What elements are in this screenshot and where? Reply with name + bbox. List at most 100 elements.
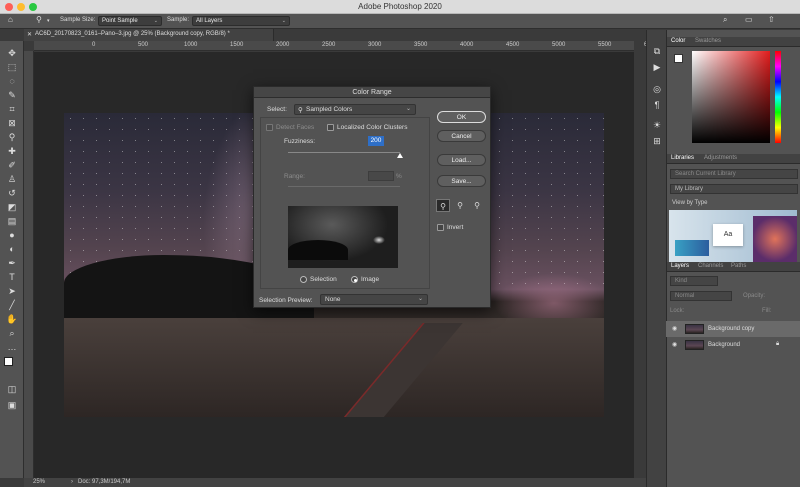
selection-radio[interactable] xyxy=(300,276,307,283)
invert-checkbox[interactable] xyxy=(437,224,444,231)
range-slider-track[interactable] xyxy=(288,186,400,187)
ruler-tick-label: 0 xyxy=(92,42,96,48)
line-tool-icon[interactable]: ╱ xyxy=(5,299,19,311)
frame-tool-icon[interactable]: ⊠ xyxy=(5,117,19,129)
tab-channels[interactable]: Channels xyxy=(698,263,723,269)
ruler-horizontal: 0 500 1000 1500 2000 2500 3000 3500 4000 4500 5000… xyxy=(34,41,657,51)
eyedropper-tool-icon[interactable]: ⚲ xyxy=(5,131,19,143)
layer-name[interactable]: Background copy xyxy=(708,326,754,332)
blend-mode-select[interactable]: Normal xyxy=(670,291,732,301)
view-by-type[interactable]: View by Type xyxy=(672,200,707,206)
select-dropdown[interactable]: ⚲ Sampled Colors ⌄ xyxy=(294,104,416,115)
quick-select-tool-icon[interactable]: ✎ xyxy=(5,89,19,101)
chevron-down-icon[interactable]: ▾ xyxy=(47,18,50,24)
fill-label: Fill: xyxy=(762,308,772,314)
history-brush-tool-icon[interactable]: ↺ xyxy=(5,187,19,199)
sample-size-select[interactable]: Point Sample ⌄ xyxy=(98,16,162,26)
library-search-input[interactable]: Search Current Library xyxy=(670,169,798,179)
eraser-tool-icon[interactable]: ◩ xyxy=(5,201,19,213)
image-radio[interactable] xyxy=(351,276,358,283)
color-picker-field[interactable] xyxy=(692,51,770,143)
color-foreground-swatch[interactable] xyxy=(674,54,683,63)
fuzziness-input[interactable]: 200 xyxy=(368,136,384,146)
blur-tool-icon[interactable]: ● xyxy=(5,229,19,241)
type-tool-icon[interactable]: T xyxy=(5,271,19,283)
pen-tool-icon[interactable]: ✒ xyxy=(5,257,19,269)
tab-paths[interactable]: Paths xyxy=(731,263,746,269)
selection-preview-select[interactable]: None ⌄ xyxy=(320,294,428,305)
load-button[interactable]: Load... xyxy=(437,154,486,166)
library-select[interactable]: My Library xyxy=(670,184,798,194)
localized-clusters-checkbox[interactable] xyxy=(327,124,334,131)
fuzziness-slider-track[interactable] xyxy=(288,152,400,153)
cancel-button[interactable]: Cancel xyxy=(437,130,486,142)
tab-libraries[interactable]: Libraries xyxy=(671,155,694,161)
ruler-tick-label: 5000 xyxy=(552,42,566,48)
eyedropper-plus-icon[interactable]: ⚲ xyxy=(453,199,467,212)
zoom-tool-icon[interactable]: ⌕ xyxy=(5,327,19,339)
layer-filter-input[interactable]: Kind xyxy=(670,276,718,286)
actions-play-icon[interactable]: ▶ xyxy=(651,61,663,73)
workspace-icon[interactable]: ▭ xyxy=(745,15,753,24)
ruler-tick-label: 3000 xyxy=(368,42,382,48)
sample-size-value: Point Sample xyxy=(102,18,138,24)
more-tools-icon[interactable]: … xyxy=(5,341,19,353)
tab-swatches[interactable]: Swatches xyxy=(695,38,721,44)
hand-tool-icon[interactable]: ✋ xyxy=(5,313,19,325)
ruler-tick-label: 500 xyxy=(138,42,149,48)
history-panel-icon[interactable]: ⧉ xyxy=(651,45,663,57)
brush-tool-icon[interactable]: ✐ xyxy=(5,159,19,171)
character-panel-icon[interactable]: ¶ xyxy=(651,99,663,111)
panel-icon-strip: ⧉ ▶ ◎ ¶ ☀ ⊞ xyxy=(646,30,666,487)
layer-row[interactable]: ◉ Background copy xyxy=(666,321,800,337)
brushes-panel-icon[interactable]: ☀ xyxy=(651,119,663,131)
tab-layers[interactable]: Layers xyxy=(671,263,689,269)
tab-color[interactable]: Color xyxy=(671,38,685,44)
search-icon[interactable]: ⌕ xyxy=(723,15,727,25)
chevron-right-icon[interactable]: › xyxy=(71,479,73,485)
layer-row[interactable]: ◉ Background 🔒︎ xyxy=(666,337,800,353)
range-input[interactable] xyxy=(368,171,394,181)
chevron-down-icon: ⌄ xyxy=(405,106,411,112)
save-button[interactable]: Save... xyxy=(437,175,486,187)
fuzziness-slider-thumb[interactable] xyxy=(397,153,403,158)
screen-mode-icon[interactable]: ▣ xyxy=(5,399,19,411)
hue-slider[interactable] xyxy=(775,51,781,143)
home-icon[interactable]: ⌂ xyxy=(8,15,13,24)
properties-panel-icon[interactable]: ◎ xyxy=(651,83,663,95)
tab-adjustments[interactable]: Adjustments xyxy=(704,155,737,161)
preview-glow xyxy=(373,236,385,244)
dodge-tool-icon[interactable]: ◐ xyxy=(5,243,19,255)
foreground-color-swatch[interactable] xyxy=(4,357,13,366)
zoom-level[interactable]: 25% xyxy=(33,479,45,485)
eye-icon[interactable]: ◉ xyxy=(672,325,677,332)
healing-brush-tool-icon[interactable]: ✚ xyxy=(5,145,19,157)
crop-tool-icon[interactable]: ⌗ xyxy=(5,103,19,115)
eyedropper-minus-icon[interactable]: ⚲ xyxy=(470,199,484,212)
eyedropper-icon[interactable]: ⚲ xyxy=(436,199,450,212)
document-tab[interactable]: ✕ AC6D_20170823_0161–Pano–3.jpg @ 25% (B… xyxy=(24,29,274,41)
path-selection-tool-icon[interactable]: ➤ xyxy=(5,285,19,297)
detect-faces-checkbox[interactable] xyxy=(266,124,273,131)
selection-preview-image xyxy=(288,206,398,268)
eyedropper-tool-icon[interactable]: ⚲ xyxy=(36,15,42,24)
select-value: Sampled Colors xyxy=(306,106,353,113)
move-tool-icon[interactable]: ✥ xyxy=(5,47,19,59)
document-tab-title: AC6D_20170823_0161–Pano–3.jpg @ 25% (Bac… xyxy=(35,31,230,37)
close-tab-icon[interactable]: ✕ xyxy=(27,31,32,38)
ok-button[interactable]: OK xyxy=(437,111,486,123)
layer-name[interactable]: Background xyxy=(708,342,740,348)
marquee-tool-icon[interactable]: ⬚ xyxy=(5,61,19,73)
share-icon[interactable]: ⇧ xyxy=(768,15,775,24)
chevron-down-icon: ⌄ xyxy=(417,296,423,302)
ruler-tick-label: 1000 xyxy=(184,42,198,48)
range-unit: % xyxy=(396,173,402,180)
quick-mask-icon[interactable]: ◫ xyxy=(5,383,19,395)
eye-icon[interactable]: ◉ xyxy=(672,341,677,348)
sample-select[interactable]: All Layers ⌄ xyxy=(192,16,290,26)
gradient-tool-icon[interactable]: ▤ xyxy=(5,215,19,227)
clone-stamp-tool-icon[interactable]: ♙ xyxy=(5,173,19,185)
info-panel-icon[interactable]: ⊞ xyxy=(651,135,663,147)
lasso-tool-icon[interactable]: ◌ xyxy=(5,75,19,87)
range-label: Range: xyxy=(284,173,305,180)
